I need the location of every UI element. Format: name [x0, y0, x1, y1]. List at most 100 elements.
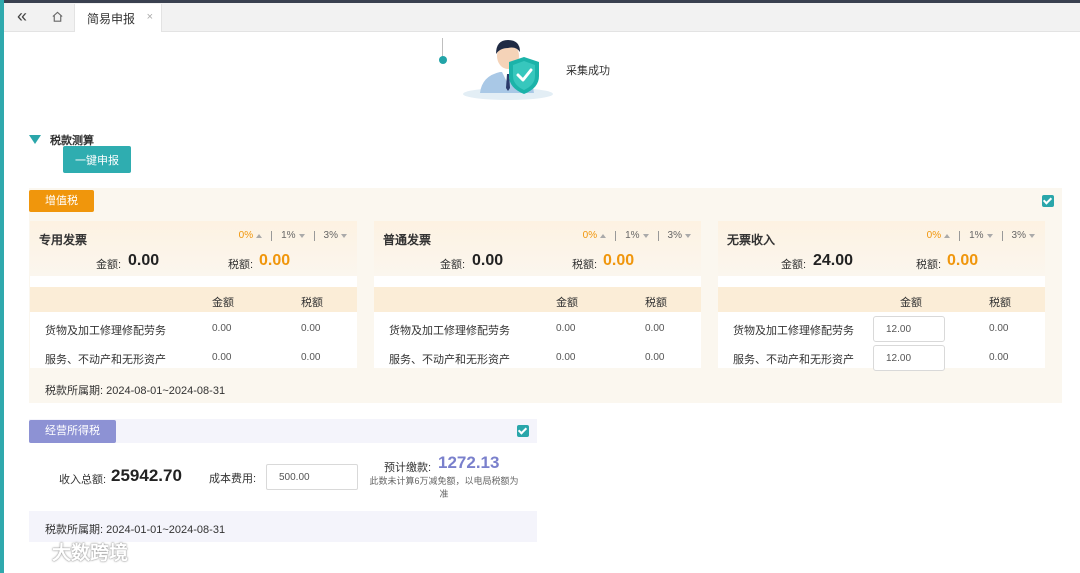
col-tax: 税额: [645, 297, 667, 309]
table-header: 金额 税额: [30, 287, 357, 312]
one-click-declare-button[interactable]: 一键申报: [63, 146, 131, 173]
collapse-triangle-icon[interactable]: [29, 135, 41, 144]
rate-3[interactable]: 3%: [1012, 230, 1035, 241]
amount-label: 金额:: [781, 259, 807, 271]
status-text: 采集成功: [566, 65, 610, 77]
income-tax-period: 税款所属期: 2024-01-01~2024-08-31: [45, 524, 226, 536]
rate-label: 3%: [323, 230, 338, 241]
amount-input[interactable]: [873, 316, 945, 342]
amount-value: 0.00: [472, 252, 504, 269]
col-amount: 金额: [900, 297, 922, 309]
rate-divider: [657, 230, 659, 241]
rate-divider: [313, 230, 315, 241]
caret-down-icon: [685, 233, 691, 238]
row-tax: 0.00: [989, 323, 1009, 334]
rate-3[interactable]: 3%: [324, 230, 347, 241]
table-header: 金额 税额: [374, 287, 701, 312]
row-label: 服务、不动产和无形资产: [45, 354, 166, 366]
home-icon[interactable]: [42, 6, 72, 32]
caret-down-icon: [341, 233, 347, 238]
estimate-value: 1272.13: [438, 453, 500, 472]
income-tax-panel: 经营所得税 收入总额: 25942.70 成本费用: 预计缴款: 1272.13…: [29, 419, 537, 542]
rate-label: 3%: [1011, 230, 1026, 241]
estimate-note: 此数未计算6万减免额，以电局税额为准: [369, 476, 519, 499]
tax-label: 税额:: [572, 259, 598, 271]
timeline-dot: [439, 56, 447, 64]
rate-divider: [615, 230, 617, 241]
amount-input[interactable]: [873, 345, 945, 371]
vat-tax-period: 税款所属期: 2024-08-01~2024-08-31: [45, 385, 226, 397]
tax-value: 0.00: [947, 252, 979, 269]
tab-bar: « 简易申报 ×: [4, 3, 1080, 32]
watermark-logo-icon: [11, 542, 45, 561]
rate-3[interactable]: 3%: [668, 230, 691, 241]
total-income-label: 收入总额:: [59, 474, 107, 486]
user-shield-icon: [463, 40, 553, 100]
row-label: 服务、不动产和无形资产: [389, 354, 510, 366]
watermark-text: 大数跨境: [52, 543, 129, 564]
card-title: 无票收入: [727, 233, 776, 247]
row-tax: 0.00: [645, 352, 665, 363]
col-amount: 金额: [556, 297, 578, 309]
tab-simple-declare[interactable]: 简易申报 ×: [74, 4, 162, 32]
total-income-value: 25942.70: [111, 466, 182, 485]
caret-down-icon: [298, 233, 305, 238]
tab-label: 简易申报: [87, 11, 136, 26]
rate-divider: [271, 230, 273, 241]
rate-label: 1%: [969, 230, 984, 241]
row-label: 货物及加工修理修配劳务: [389, 325, 510, 337]
rate-label: 0%: [582, 230, 598, 241]
table-header: 金额 税额: [718, 287, 1045, 312]
amount-value: 0.00: [128, 252, 160, 269]
cost-input[interactable]: [266, 464, 358, 490]
rate-label: 1%: [625, 230, 640, 241]
vat-tag: 增值税: [29, 190, 94, 212]
row-tax: 0.00: [645, 323, 665, 334]
vat-card-regular-invoice: 普通发票 0% 1% 3% 金额: 0.00 税额: 0.00 金额 税额 货物…: [374, 221, 701, 368]
caret-down-icon: [1029, 233, 1035, 238]
rate-divider: [1001, 230, 1003, 241]
rate-0[interactable]: 0%: [238, 230, 263, 241]
vat-panel: 增值税 专用发票 0% 1% 3% 金额: 0.00 税额: 0.00 金额 税…: [29, 188, 1062, 403]
row-tax: 0.00: [989, 352, 1009, 363]
vat-checkbox[interactable]: [1042, 195, 1054, 207]
rate-label: 1%: [281, 230, 296, 241]
rate-label: 0%: [926, 230, 942, 241]
col-tax: 税额: [301, 297, 323, 309]
row-label: 货物及加工修理修配劳务: [733, 325, 854, 337]
col-tax: 税额: [989, 297, 1011, 309]
row-tax: 0.00: [301, 323, 321, 334]
rate-divider: [959, 230, 961, 241]
income-tax-checkbox[interactable]: [517, 425, 529, 437]
row-amount: 0.00: [556, 352, 576, 363]
rate-label: 0%: [238, 230, 254, 241]
card-title: 普通发票: [383, 233, 432, 247]
col-amount: 金额: [212, 297, 234, 309]
caret-down-icon: [642, 233, 649, 238]
row-label: 货物及加工修理修配劳务: [45, 325, 166, 337]
cost-label: 成本费用:: [209, 473, 257, 485]
row-tax: 0.00: [301, 352, 321, 363]
tax-value: 0.00: [603, 252, 635, 269]
rate-0[interactable]: 0%: [582, 230, 607, 241]
caret-down-icon: [986, 233, 993, 238]
rate-selector: 0% 1% 3%: [583, 230, 691, 241]
rate-label: 3%: [667, 230, 682, 241]
rate-1[interactable]: 1%: [625, 230, 649, 241]
row-label: 服务、不动产和无形资产: [733, 354, 854, 366]
home-icon-svg: [51, 11, 63, 22]
left-accent-bar: [0, 0, 4, 573]
close-icon[interactable]: ×: [147, 11, 153, 23]
amount-label: 金额:: [96, 259, 122, 271]
rate-0[interactable]: 0%: [926, 230, 951, 241]
collapse-icon[interactable]: «: [10, 6, 34, 28]
caret-up-icon: [256, 233, 263, 238]
tax-label: 税额:: [916, 259, 942, 271]
row-amount: 0.00: [212, 323, 232, 334]
estimate-label: 预计缴款:: [384, 462, 432, 474]
rate-1[interactable]: 1%: [969, 230, 993, 241]
caret-up-icon: [600, 233, 607, 238]
rate-1[interactable]: 1%: [281, 230, 305, 241]
caret-up-icon: [944, 233, 951, 238]
tax-value: 0.00: [259, 252, 291, 269]
